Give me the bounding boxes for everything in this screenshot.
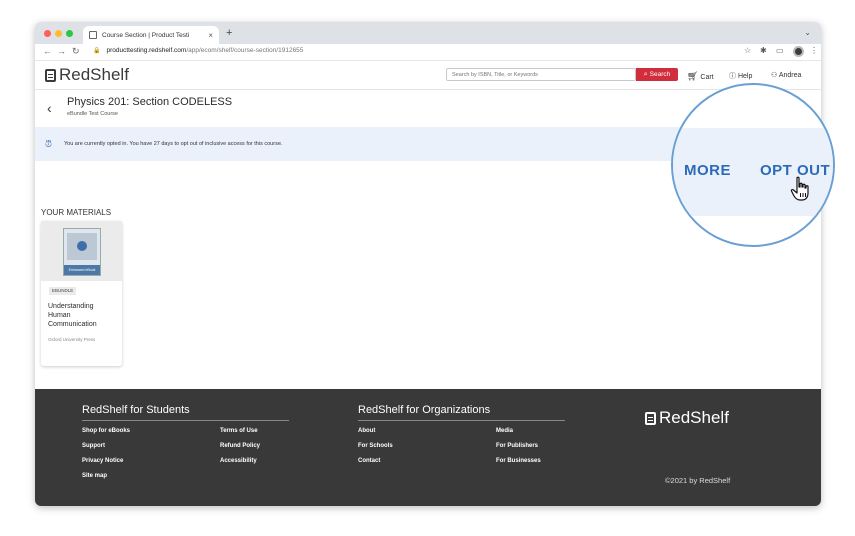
copyright-text: ©2021 by RedShelf: [665, 476, 731, 485]
footer-link-publishers[interactable]: For Publishers: [496, 443, 538, 449]
shelf-logo-icon: [45, 68, 56, 82]
user-menu[interactable]: ⚇ Andrea: [771, 71, 801, 79]
footer-link-shop[interactable]: Shop for eBooks: [82, 428, 130, 434]
window-minimize-button[interactable]: [55, 30, 62, 37]
reload-icon[interactable]: ↻: [72, 46, 80, 57]
cast-icon[interactable]: ▭: [776, 46, 784, 55]
book-cover-image: Enhanced eBook: [63, 228, 101, 276]
material-card[interactable]: Enhanced eBook EBUNDLE Understanding Hum…: [41, 221, 122, 366]
cart-icon: 🛒︎: [687, 71, 699, 81]
site-footer: RedShelf for Students RedShelf for Organ…: [35, 389, 821, 506]
format-badge: EBUNDLE: [49, 287, 77, 295]
footer-link-schools[interactable]: For Schools: [358, 443, 393, 449]
book-cover-area: Enhanced eBook: [41, 221, 122, 281]
bookmark-star-icon[interactable]: ☆: [744, 46, 751, 55]
help-icon: ⓘ: [729, 73, 736, 80]
search-input[interactable]: [446, 68, 636, 81]
profile-avatar[interactable]: [793, 46, 804, 57]
footer-link-refund[interactable]: Refund Policy: [220, 443, 260, 449]
zoom-callout: MORE OPT OUT: [671, 83, 835, 247]
materials-heading: YOUR MATERIALS: [41, 208, 112, 217]
new-tab-button[interactable]: +: [226, 27, 232, 39]
footer-divider: [358, 420, 565, 421]
back-chevron-icon[interactable]: ‹: [47, 100, 52, 116]
tab-title: Course Section | Product Testi: [102, 31, 190, 39]
tab-close-icon[interactable]: ×: [208, 31, 213, 40]
shelf-logo-icon: [645, 411, 656, 425]
book-publisher: Oxford University Press: [48, 337, 96, 342]
footer-link-accessibility[interactable]: Accessibility: [220, 458, 257, 464]
help-link[interactable]: ⓘ Help: [729, 71, 752, 81]
search-button[interactable]: ⌕ Search: [636, 68, 678, 81]
redshelf-logo[interactable]: RedShelf: [45, 65, 129, 85]
footer-link-terms[interactable]: Terms of Use: [220, 428, 258, 434]
footer-divider: [82, 420, 289, 421]
back-arrow-icon[interactable]: ←: [43, 46, 52, 56]
logo-text: RedShelf: [59, 65, 129, 84]
tab-strip: Course Section | Product Testi × + ⌄: [35, 22, 821, 44]
browser-menu-icon[interactable]: ⋮: [810, 46, 818, 55]
browser-tab[interactable]: Course Section | Product Testi ×: [83, 26, 219, 44]
cover-band-text: Enhanced eBook: [64, 265, 100, 275]
browser-toolbar: ← → ↻ 🔒 producttesting.redshelf.com/app/e…: [35, 44, 821, 61]
cart-label: Cart: [700, 74, 714, 81]
footer-students-heading: RedShelf for Students: [82, 404, 190, 416]
help-label: Help: [737, 73, 753, 80]
notice-text: You are currently opted in. You have 27 …: [64, 141, 283, 147]
page-favicon-icon: [89, 31, 97, 39]
course-subtitle: eBundle Test Course: [67, 111, 118, 117]
footer-link-sitemap[interactable]: Site map: [82, 473, 107, 479]
user-icon: ⚇: [771, 72, 778, 79]
footer-link-media[interactable]: Media: [496, 428, 513, 434]
lock-icon: 🔒: [93, 48, 101, 54]
footer-link-privacy[interactable]: Privacy Notice: [82, 458, 123, 464]
cart-link[interactable]: 🛒︎ Cart: [687, 71, 714, 82]
search-button-label: Search: [649, 71, 671, 78]
browser-window: Course Section | Product Testi × + ⌄ ← →…: [35, 22, 821, 506]
window-close-button[interactable]: [44, 30, 51, 37]
window-maximize-button[interactable]: [66, 30, 73, 37]
site-header: RedShelf ⌕ Search 🛒︎ Cart ⓘ Help ⚇ Andre…: [35, 61, 821, 90]
footer-link-about[interactable]: About: [358, 428, 375, 434]
footer-link-contact[interactable]: Contact: [358, 458, 380, 464]
extensions-puzzle-icon[interactable]: ✱: [760, 46, 767, 55]
footer-organizations-heading: RedShelf for Organizations: [358, 404, 491, 416]
footer-logo-text: RedShelf: [659, 408, 729, 427]
tab-search-chevron-icon[interactable]: ⌄: [804, 28, 811, 37]
url-path: /app/ecom/shelf/course-section/1912655: [186, 47, 304, 54]
more-button[interactable]: MORE: [684, 162, 731, 179]
footer-link-businesses[interactable]: For Businesses: [496, 458, 541, 464]
url-domain: producttesting.redshelf.com: [106, 47, 187, 54]
hand-pointer-cursor-icon: [790, 176, 809, 201]
search-icon: ⌕: [643, 70, 648, 78]
alarm-clock-icon: ⏰︎: [45, 139, 53, 149]
user-label: Andrea: [778, 72, 802, 79]
address-bar[interactable]: 🔒 producttesting.redshelf.com/app/ecom/sh…: [93, 47, 303, 54]
footer-logo[interactable]: RedShelf: [645, 408, 729, 428]
cover-photo: [67, 233, 97, 260]
book-title[interactable]: Understanding Human Communication: [48, 302, 116, 329]
footer-link-support[interactable]: Support: [82, 443, 105, 449]
forward-arrow-icon[interactable]: →: [57, 46, 66, 56]
course-title: Physics 201: Section CODELESS: [67, 96, 233, 108]
